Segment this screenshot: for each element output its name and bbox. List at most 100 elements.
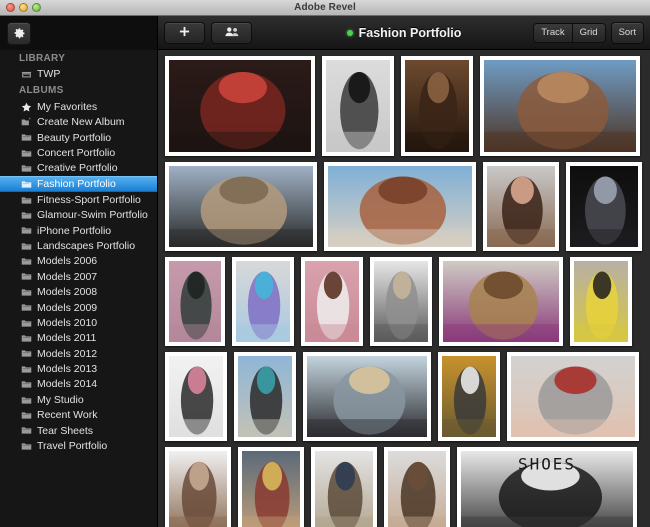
sidebar-item-label: My Studio <box>37 393 84 406</box>
sidebar-item-fashion-portfolio[interactable]: Fashion Portfolio <box>0 176 157 193</box>
sidebar-item-tear-sheets[interactable]: Tear Sheets <box>0 423 157 438</box>
window-controls <box>6 3 41 12</box>
maximize-button[interactable] <box>32 3 41 12</box>
sort-button[interactable]: Sort <box>610 21 644 44</box>
sidebar-item-label: TWP <box>37 68 61 81</box>
folder-icon <box>21 179 32 190</box>
photo-white-dress-pink[interactable] <box>301 257 363 346</box>
photo-statement-necklace[interactable] <box>238 447 304 527</box>
sidebar-item-create-new-album[interactable]: * Create New Album <box>0 115 157 130</box>
sidebar-item-models-2008[interactable]: Models 2008 <box>0 285 157 300</box>
photo-pink-backdrop-dark-outfit[interactable] <box>165 257 225 346</box>
photo-thumbnail <box>442 356 496 437</box>
sidebar-section-header: LIBRARY <box>19 53 66 64</box>
photo-thumbnail <box>328 166 472 247</box>
photo-pinstripe-jacket[interactable] <box>438 352 500 441</box>
folder-icon <box>21 132 32 143</box>
sidebar-item-label: Fashion Portfolio <box>37 178 116 191</box>
sidebar-item-label: Create New Album <box>37 116 125 129</box>
sidebar-item-label: Fitness-Sport Portfolio <box>37 193 141 206</box>
photo-blue-gown[interactable] <box>232 257 294 346</box>
title-bar: Adobe Revel <box>0 0 650 16</box>
photo-studio-white-handbag[interactable] <box>165 352 227 441</box>
sidebar-item-travel-portfolio[interactable]: Travel Portfolio <box>0 439 157 454</box>
toolbar-right-group: Track Grid Sort <box>533 21 644 44</box>
photo-thumbnail <box>242 451 300 527</box>
grid-button[interactable]: Grid <box>571 23 605 42</box>
photo-thumbnail <box>236 261 290 342</box>
minimize-button[interactable] <box>19 3 28 12</box>
status-indicator-dot <box>346 29 353 36</box>
sidebar-item-label: Models 2012 <box>37 347 98 360</box>
gear-icon <box>14 27 25 39</box>
photo-woman-black-romper[interactable] <box>322 56 394 156</box>
content-area: Fashion Portfolio Track Grid Sort SHOES <box>158 16 650 527</box>
sidebar-item-fitness-sport-portfolio[interactable]: Fitness-Sport Portfolio <box>0 192 157 207</box>
photo-thumbnail <box>169 166 313 247</box>
sidebar-item-label: Tear Sheets <box>37 424 94 437</box>
settings-button[interactable] <box>7 21 31 45</box>
photo-desert-rocks-gold-dress[interactable] <box>480 56 640 156</box>
folder-icon <box>21 318 32 329</box>
photo-thumbnail <box>405 60 469 152</box>
sidebar-item-models-2009[interactable]: Models 2009 <box>0 300 157 315</box>
photo-eiffel-tower-stretch[interactable] <box>234 352 296 441</box>
svg-text:*: * <box>29 117 31 123</box>
app-window: Adobe Revel LIBRARY TWP ALBUMS My Favorites… <box>0 0 650 527</box>
library-icon <box>21 69 32 80</box>
sidebar-item-label: iPhone Portfolio <box>37 224 112 237</box>
sidebar-item-my-studio[interactable]: My Studio <box>0 392 157 407</box>
photo-street-style-fur[interactable] <box>370 257 432 346</box>
sidebar-item-my-favorites[interactable]: My Favorites <box>0 99 157 114</box>
album-title: Fashion Portfolio <box>358 25 462 40</box>
photo-grid: SHOES <box>158 50 650 527</box>
folder-icon <box>21 410 32 421</box>
people-icon <box>224 24 239 42</box>
photo-shoes-poster[interactable]: SHOES <box>457 447 637 527</box>
new-folder-icon: * <box>21 117 32 128</box>
photo-woman-brown-backdrop[interactable] <box>401 56 473 156</box>
photo-fur-hat-red-hair[interactable] <box>507 352 639 441</box>
folder-icon <box>21 148 32 159</box>
photo-woman-sunglasses-red[interactable] <box>165 56 315 156</box>
folder-icon <box>21 302 32 313</box>
sidebar-item-models-2006[interactable]: Models 2006 <box>0 254 157 269</box>
sidebar-item-creative-portfolio[interactable]: Creative Portfolio <box>0 161 157 176</box>
photo-blonde-beauty-closeup[interactable] <box>439 257 563 346</box>
add-button[interactable] <box>164 21 205 44</box>
photo-thumbnail <box>443 261 559 342</box>
sidebar-list: LIBRARY TWP ALBUMS My Favorites * Create New … <box>0 50 157 454</box>
folder-icon <box>21 163 32 174</box>
photo-woman-on-black-car[interactable] <box>566 162 642 251</box>
sidebar-item-models-2010[interactable]: Models 2010 <box>0 315 157 330</box>
sidebar-item-models-2007[interactable]: Models 2007 <box>0 269 157 284</box>
sidebar-item-twp[interactable]: TWP <box>0 67 157 82</box>
folder-icon <box>21 195 32 206</box>
close-button[interactable] <box>6 3 15 12</box>
photo-beauty-headshot-updo[interactable] <box>483 162 559 251</box>
photo-brunette-long-hair[interactable] <box>384 447 450 527</box>
photo-canyon-white-dress[interactable] <box>324 162 476 251</box>
photo-desert-black-outfit[interactable] <box>165 162 317 251</box>
sidebar-item-label: Models 2011 <box>37 332 97 345</box>
sidebar-item-label: Beauty Portfolio <box>37 131 112 144</box>
sidebar-item-beauty-portfolio[interactable]: Beauty Portfolio <box>0 130 157 145</box>
sidebar-item-glamour-swim-portfolio[interactable]: Glamour-Swim Portfolio <box>0 208 157 223</box>
share-people-button[interactable] <box>211 21 252 44</box>
folder-icon <box>21 256 32 267</box>
sidebar-item-landscapes-portfolio[interactable]: Landscapes Portfolio <box>0 239 157 254</box>
sidebar-item-models-2014[interactable]: Models 2014 <box>0 377 157 392</box>
sidebar-item-concert-portfolio[interactable]: Concert Portfolio <box>0 146 157 161</box>
photo-eiffel-tower-blonde[interactable] <box>303 352 431 441</box>
sidebar-item-recent-work[interactable]: Recent Work <box>0 408 157 423</box>
photo-scarf-jeans[interactable] <box>311 447 377 527</box>
sidebar-item-iphone-portfolio[interactable]: iPhone Portfolio <box>0 223 157 238</box>
sidebar-item-models-2013[interactable]: Models 2013 <box>0 362 157 377</box>
track-button[interactable]: Track <box>534 23 572 42</box>
sidebar-item-models-2012[interactable]: Models 2012 <box>0 346 157 361</box>
sidebar-item-models-2011[interactable]: Models 2011 <box>0 331 157 346</box>
photo-yellow-dress-wall[interactable] <box>570 257 632 346</box>
photo-thumbnail: SHOES <box>461 451 633 527</box>
folder-icon <box>21 287 32 298</box>
photo-blonde-lace-dress[interactable] <box>165 447 231 527</box>
